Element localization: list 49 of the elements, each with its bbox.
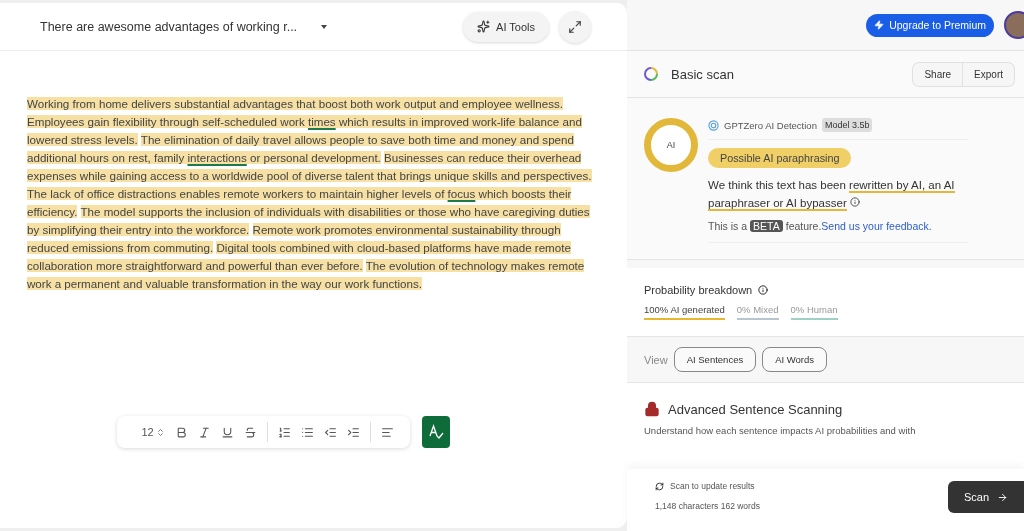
info-icon[interactable] [849,197,860,207]
strikethrough-button[interactable] [243,425,257,439]
spinner-ring-icon [643,66,659,82]
target-icon [708,119,719,131]
scan-title: Basic scan [671,66,734,82]
breakdown-title: Probability breakdown [644,284,753,296]
arrow-right-icon [997,491,1008,503]
section-text: Understand how each sentence impacts AI probabilities and with [644,425,917,436]
scan-hint: Scan to update results [670,481,755,491]
verdict-badge: Possible AI paraphrasing [708,148,852,168]
explanation-text: We think this text has been rewritten by AI, an AI paraphraser or AI bypasser [708,178,956,212]
document-text: Working from home delivers substantial advantages that boost both work output and employee wellness. Employees gain flexibility through self-scheduled work times which results in improved work-life balance and lowered stress levels. The elimination of daily travel allows people to save both time and money and spend additional hours on rest, family interactions or personal development. Businesses can reduce their overhead expenses while gaining access to a worldwide pool of diverse talent that brings unique skills and perspectives. The lack of office distractions enables remote workers to maintain higher levels of focus which boosts their efficiency. The model supports the inclusion of individuals with disabilities or those who have caregiving duties by simplifying their entry into the workforce. Remote work promotes environmental sustainability through reduced emissions from commuting. Digital tools combined with cloud-based platforms have made remote collaboration more straightforward and powerful than ever before. The evolution of technology makes remote work a permanent and valuable transformation in the way our work functions. [27,96,593,292]
lightning-icon [874,20,885,30]
beta-note: This is a BETA feature.Send us your feedback. [708,220,968,243]
expand-icon [568,19,582,34]
indent-button[interactable] [346,425,360,439]
model-tag: Model 3.5b [821,118,873,132]
align-left-button[interactable] [380,425,394,439]
refresh-icon [655,481,664,491]
avatar[interactable] [1004,11,1024,39]
underline-button[interactable] [220,425,234,439]
scan-button[interactable]: Scan [947,481,1024,513]
bullet-list-button[interactable] [300,425,314,439]
dropdown-caret-icon[interactable] [321,24,328,29]
ai-tools-button[interactable]: AI Tools [463,11,549,42]
numbered-list-button[interactable] [277,425,291,439]
spell-check-icon [427,424,444,440]
view-button[interactable]: AI Words [762,347,828,372]
font-size-control[interactable]: 12 [141,426,165,438]
document-title: There are awesome advantages of working r... [40,19,298,34]
italic-button[interactable] [197,425,211,439]
lock-icon [644,401,660,417]
info-icon[interactable] [758,285,769,295]
feedback-link[interactable]: Send us your feedback. [821,220,932,232]
character-count: 1,148 characters 162 words [655,501,761,511]
view-button[interactable]: AI Sentences [673,347,757,372]
export-button[interactable]: Export [962,62,1014,86]
outdent-button[interactable] [323,425,337,439]
expand-button[interactable] [559,10,591,43]
spell-check-button[interactable] [421,416,450,448]
breakdown-tab[interactable]: 100% AI generated [644,304,725,320]
score-ring: AI [644,118,698,172]
upgrade-button[interactable]: Upgrade to Premium [866,13,994,37]
stepper-arrows-icon [155,427,165,437]
detector-name: GPTZero AI Detection [724,119,817,131]
section-title: Advanced Sentence Scanning [668,401,843,417]
share-button[interactable]: Share [913,62,963,86]
view-label: View [644,353,668,366]
sparkle-icon [477,20,491,33]
